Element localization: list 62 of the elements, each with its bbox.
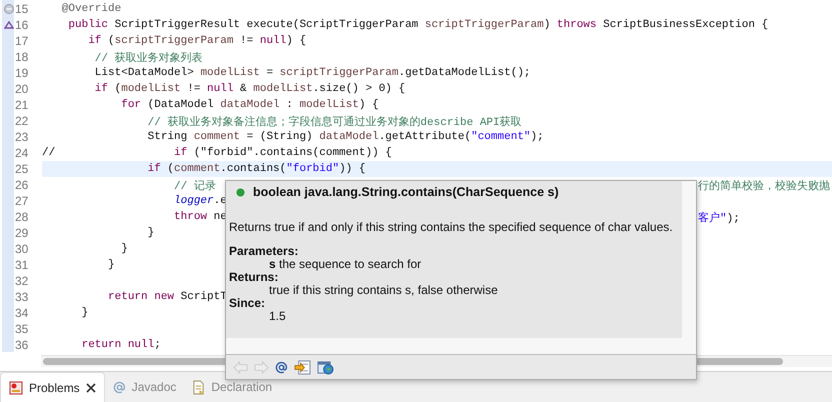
code-line: // 获取业务对象备注信息；字段信息可通过业务对象的describe API获取 xyxy=(146,114,522,128)
section-text: 1.5 xyxy=(268,310,287,323)
line-number: 29 xyxy=(14,226,30,240)
line-number: 15 xyxy=(14,2,30,16)
code-line: String comment = (String) dataModel.getAttribute("comment"); xyxy=(146,131,544,143)
code-line: List<DataModel> modelList = scriptTriggerParam.getDataModelList(); xyxy=(94,67,531,79)
code-line: // if ("forbid".contains(comment)) { xyxy=(42,147,392,159)
line-number: 35 xyxy=(14,322,30,336)
view-tab[interactable]: Problems xyxy=(0,372,105,402)
code-line: public ScriptTriggerResult execute(ScriptTriggerParam scriptTriggerParam) throws ScriptBusinessException { xyxy=(67,19,768,31)
line-number: 20 xyxy=(14,82,30,96)
section-heading: Parameters: xyxy=(229,245,300,258)
javadoc-button[interactable] xyxy=(274,360,289,374)
code-line: // 记录 xyxy=(173,179,216,192)
code-line: } xyxy=(146,227,154,239)
code-line-fragment: 行的简单校验，校验失败抛 xyxy=(698,179,830,192)
triangle-icon xyxy=(4,21,14,29)
method-icon xyxy=(236,188,245,196)
browser-button[interactable] xyxy=(316,358,335,376)
line-number: 19 xyxy=(14,66,30,80)
line-number: 28 xyxy=(14,210,30,224)
section-text: s the sequence to search for xyxy=(268,258,422,271)
code-line: for (DataModel dataModel : modelList) { xyxy=(120,99,379,111)
code-line: } xyxy=(120,243,128,255)
description-text: Returns true if and only if this string contains the specified sequence of char values. xyxy=(229,220,674,234)
line-number: 36 xyxy=(14,338,30,352)
code-line: if (scriptTriggerParam != null) { xyxy=(87,35,306,47)
section-heading: Since: xyxy=(229,297,266,310)
line-number: 21 xyxy=(14,98,30,112)
line-number: 31 xyxy=(14,258,30,272)
code-line: @Override xyxy=(60,3,122,15)
code-line: return new ScriptT xyxy=(107,291,227,303)
code-line-fragment: 客户"); xyxy=(698,210,740,224)
view-tab[interactable]: Javadoc xyxy=(104,372,184,402)
code-line: if (modelList != null & modelList.size() > 0) { xyxy=(94,83,406,95)
code-line: // 获取业务对象列表 xyxy=(94,51,203,64)
line-number: 16 xyxy=(14,18,30,32)
at-sign-icon xyxy=(112,380,126,394)
line-number: 25 xyxy=(14,162,30,176)
line-number: 18 xyxy=(14,50,30,64)
code-line: } xyxy=(80,307,88,319)
line-number: 24 xyxy=(14,146,30,160)
line-number: 22 xyxy=(14,114,30,128)
section-heading: Returns: xyxy=(229,271,280,284)
line-number: 32 xyxy=(14,274,30,288)
code-line: return null; xyxy=(80,339,161,351)
view-tab[interactable]: Declaration xyxy=(184,372,280,402)
line-number: 17 xyxy=(14,34,30,48)
line-number: 34 xyxy=(14,306,30,320)
line-number: 26 xyxy=(14,178,30,192)
code-line: if (comment.contains("forbid")) { xyxy=(146,163,366,175)
line-number: 27 xyxy=(14,194,30,208)
line-number: 33 xyxy=(14,290,30,304)
code-line: } xyxy=(107,259,115,271)
document-icon xyxy=(192,380,206,394)
method-signature: boolean java.lang.String.contains(CharSequence s) xyxy=(253,185,559,199)
line-number: 30 xyxy=(14,242,30,256)
close-icon[interactable] xyxy=(86,382,96,392)
section-text: true if this string contains s, false otherwise xyxy=(268,284,499,297)
problems-icon xyxy=(9,380,23,394)
open-declaration-button[interactable] xyxy=(293,358,312,376)
line-number: 23 xyxy=(14,130,30,144)
